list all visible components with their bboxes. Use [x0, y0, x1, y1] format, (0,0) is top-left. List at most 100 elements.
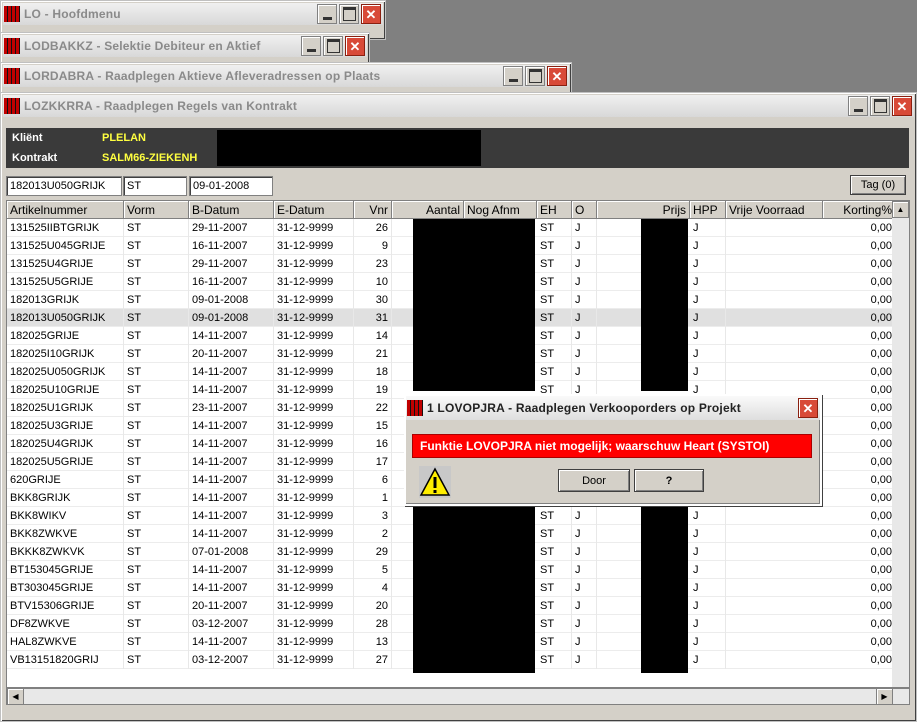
table-cell: 182025U1GRIJK — [7, 399, 124, 417]
column-header[interactable]: Vnr — [354, 201, 392, 219]
minimize-icon[interactable] — [848, 96, 868, 116]
scroll-right-icon[interactable]: ▶ — [876, 688, 893, 705]
table-cell: 31-12-9999 — [274, 273, 354, 291]
table-cell: 31-12-9999 — [274, 399, 354, 417]
titlebar[interactable]: LODBAKKZ - Selektie Debiteur en Aktief — [3, 35, 367, 57]
maximize-icon[interactable] — [323, 36, 343, 56]
column-header[interactable]: Prijs — [597, 201, 690, 219]
table-cell: ST — [124, 633, 189, 651]
table-cell: 0,00 — [823, 345, 896, 363]
table-cell: J — [690, 309, 726, 327]
column-header[interactable]: Vorm — [124, 201, 189, 219]
table-cell: 03-12-2007 — [189, 615, 274, 633]
table-cell: 17 — [354, 453, 392, 471]
table-cell: ST — [537, 597, 572, 615]
column-header[interactable]: Artikelnummer — [7, 201, 124, 219]
table-cell: 20-11-2007 — [189, 345, 274, 363]
dialog-titlebar[interactable]: 1 LOVOPJRA - Raadplegen Verkooporders op… — [406, 396, 820, 420]
scroll-up-icon[interactable]: ▲ — [892, 201, 909, 218]
help-button[interactable]: ? — [634, 469, 704, 492]
maximize-icon[interactable] — [870, 96, 890, 116]
datum-input[interactable] — [189, 176, 273, 196]
table-cell: J — [572, 507, 597, 525]
table-cell: J — [572, 345, 597, 363]
table-cell: 31-12-9999 — [274, 219, 354, 237]
minimize-icon[interactable] — [503, 66, 523, 86]
table-cell: BKK8ZWKVE — [7, 525, 124, 543]
table-cell: 19 — [354, 381, 392, 399]
table-cell: BTV15306GRIJE — [7, 597, 124, 615]
table-cell: J — [572, 237, 597, 255]
close-icon[interactable] — [892, 96, 912, 116]
app-logo-icon — [4, 98, 20, 114]
table-cell: ST — [124, 597, 189, 615]
table-cell: 0,00 — [823, 417, 896, 435]
maximize-icon[interactable] — [525, 66, 545, 86]
table-cell: 131525U045GRIJE — [7, 237, 124, 255]
table-cell: ST — [124, 219, 189, 237]
horizontal-scrollbar[interactable]: ◀ ▶ — [6, 688, 910, 705]
table-cell: 27 — [354, 651, 392, 669]
table-cell: 131525U4GRIJE — [7, 255, 124, 273]
table-cell: 0,00 — [823, 633, 896, 651]
column-header[interactable]: O — [572, 201, 597, 219]
close-icon[interactable] — [361, 4, 381, 24]
minimize-icon[interactable] — [317, 4, 337, 24]
table-cell: 0,00 — [823, 309, 896, 327]
vorm-input[interactable] — [123, 176, 187, 196]
table-cell: ST — [537, 255, 572, 273]
table-cell: BKKK8ZWKVK — [7, 543, 124, 561]
table-cell: ST — [537, 561, 572, 579]
titlebar[interactable]: LOZKKRRA - Raadplegen Regels van Kontrak… — [3, 95, 914, 117]
minimize-icon[interactable] — [301, 36, 321, 56]
table-cell: ST — [537, 219, 572, 237]
table-cell: J — [572, 651, 597, 669]
table-cell: J — [572, 561, 597, 579]
column-header[interactable]: E-Datum — [274, 201, 354, 219]
table-cell: 31 — [354, 309, 392, 327]
maximize-icon[interactable] — [339, 4, 359, 24]
scroll-left-icon[interactable]: ◀ — [7, 688, 24, 705]
table-cell: 13 — [354, 633, 392, 651]
table-cell: 16-11-2007 — [189, 237, 274, 255]
close-icon[interactable] — [345, 36, 365, 56]
window-title: LO - Hoofdmenu — [24, 7, 121, 21]
warning-icon — [419, 466, 451, 498]
door-button[interactable]: Door — [558, 469, 630, 492]
table-cell: 0,00 — [823, 435, 896, 453]
info-panel: Kliënt PLELAN Kontrakt SALM66-ZIEKENH — [6, 128, 909, 168]
column-header[interactable]: Korting% — [823, 201, 896, 219]
close-icon[interactable] — [798, 398, 818, 418]
table-cell: J — [572, 291, 597, 309]
vertical-scrollbar[interactable]: ▲ — [892, 201, 909, 687]
titlebar[interactable]: LORDABRA - Raadplegen Aktieve Afleveradr… — [3, 65, 569, 87]
table-cell: 131525U5GRIJE — [7, 273, 124, 291]
table-cell: J — [572, 525, 597, 543]
table-cell: J — [572, 363, 597, 381]
table-cell: ST — [537, 651, 572, 669]
table-cell: ST — [124, 327, 189, 345]
table-cell: 07-01-2008 — [189, 543, 274, 561]
table-cell: 0,00 — [823, 489, 896, 507]
table-cell: BT303045GRIJE — [7, 579, 124, 597]
artikel-input[interactable] — [6, 176, 122, 196]
table-cell: J — [690, 345, 726, 363]
column-header[interactable]: Nog Afnm — [464, 201, 537, 219]
error-dialog[interactable]: 1 LOVOPJRA - Raadplegen Verkooporders op… — [404, 394, 822, 506]
table-cell: 15 — [354, 417, 392, 435]
column-header[interactable]: B-Datum — [189, 201, 274, 219]
table-cell: 0,00 — [823, 327, 896, 345]
titlebar[interactable]: LO - Hoofdmenu — [3, 3, 383, 25]
column-header[interactable]: Aantal — [392, 201, 464, 219]
column-header[interactable]: EH — [537, 201, 572, 219]
table-cell: 131525IIBTGRIJK — [7, 219, 124, 237]
table-cell: 31-12-9999 — [274, 309, 354, 327]
table-cell: ST — [124, 489, 189, 507]
column-header[interactable]: Vrije Voorraad — [726, 201, 823, 219]
tag-button[interactable]: Tag (0) — [850, 175, 906, 195]
close-icon[interactable] — [547, 66, 567, 86]
column-header[interactable]: HPP — [690, 201, 726, 219]
error-message: Funktie LOVOPJRA niet mogelijk; waarschu… — [412, 434, 812, 458]
table-cell: 14-11-2007 — [189, 363, 274, 381]
kontrakt-label: Kontrakt — [12, 152, 58, 164]
